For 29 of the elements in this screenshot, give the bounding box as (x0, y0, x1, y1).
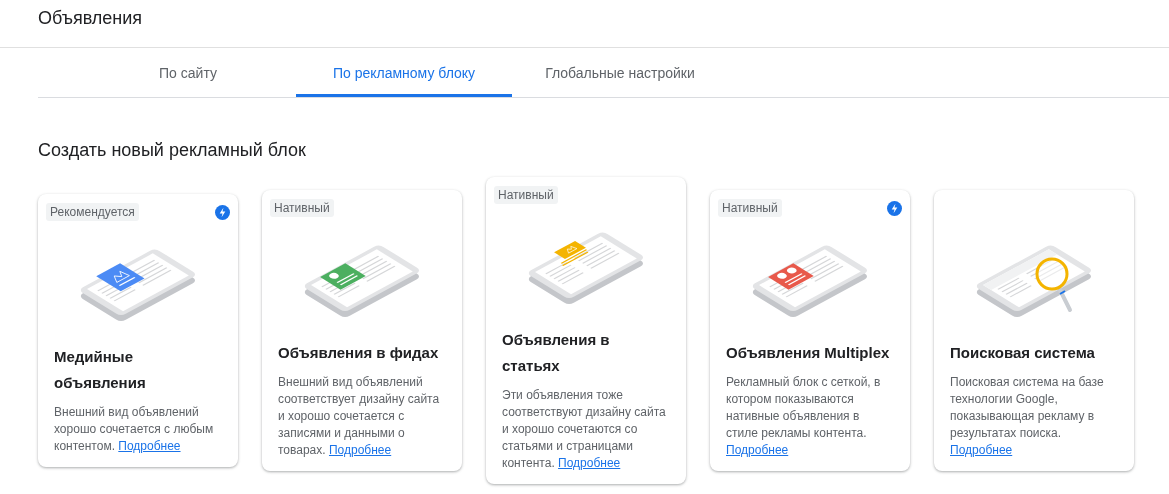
card-title: Объявления в фидах (278, 343, 440, 363)
tab[interactable]: По рекламному блоку (296, 48, 512, 97)
badge: Нативный (494, 186, 558, 204)
learn-more-link[interactable]: Подробнее (950, 443, 1013, 457)
ad-unit-card[interactable]: Нативный Объявления в статьях Эти объявления тоже соответствуют дизайну сайта и хорошо сочетаются со статьями и страницами контента. Подробнее (486, 177, 686, 484)
card-title: Поисковая система (950, 343, 1096, 363)
card-description: Внешний вид объявлений хорошо сочетается с любым контентом. Подробнее (54, 404, 215, 455)
learn-more-link[interactable]: Подробнее (328, 443, 392, 457)
ad-unit-card[interactable]: Нативный Объявления Multiplex Рекламный блок с сеткой, в котором показываются нативные объявления в стиле рекламы контента. Подробнее (710, 190, 910, 471)
tab[interactable]: Глобальные настройки (512, 48, 728, 97)
section-title: Создать новый рекламный блок (38, 140, 307, 161)
card-description: Внешний вид объявлений соответствует дизайну сайта и хорошо сочетается с записями и данными о товарах. Подробнее (278, 374, 441, 459)
card-description: Рекламный блок с сеткой, в котором показываются нативные объявления в стиле рекламы контента. Подробнее (726, 374, 882, 459)
page-title: Объявления (38, 8, 143, 28)
card-description: Эти объявления тоже соответствуют дизайну сайта и хорошо сочетаются со статьями и страницами контента. Подробнее (502, 387, 667, 472)
badge: Нативный (718, 199, 782, 217)
badge: Нативный (270, 199, 334, 217)
card-title: Объявления в статьях (502, 330, 611, 376)
learn-more-link[interactable]: Подробнее (726, 443, 789, 457)
ad-unit-card[interactable]: Рекомендуется Медийные объявления Внешний вид объявлений хорошо сочетается с любым контентом. Подробнее (38, 194, 238, 467)
ad-unit-card[interactable]: Поисковая система Поисковая система на базе технологии Google, показывающая рекламу в результатах поиска. Подробнее (934, 190, 1134, 471)
learn-more-link[interactable]: Подробнее (558, 456, 621, 470)
card-title: Медийные объявления (54, 347, 147, 393)
card-title: Объявления Multiplex (726, 343, 891, 363)
tab[interactable]: По сайту (80, 48, 296, 97)
ad-unit-card[interactable]: Нативный Объявления в фидах Внешний вид объявлений соответствует дизайну сайта и хорошо сочетается с записями и данными о товарах. Подробнее (262, 190, 462, 471)
card-description: Поисковая система на базе технологии Google, показывающая рекламу в результатах поиска. Подробнее (950, 374, 1105, 459)
badge: Рекомендуется (46, 203, 139, 221)
learn-more-link[interactable]: Подробнее (118, 439, 181, 453)
